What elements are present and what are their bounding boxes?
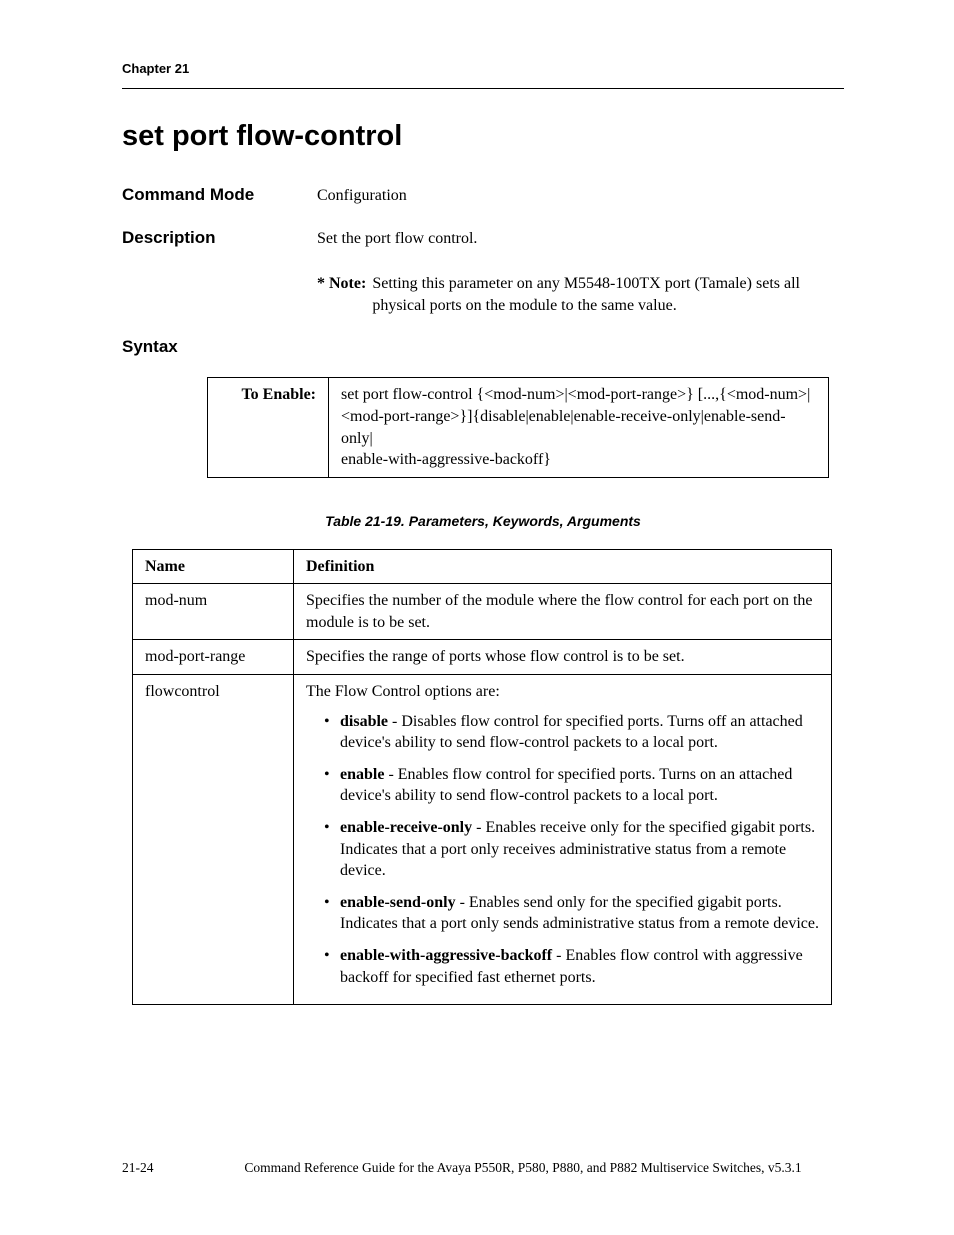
table-caption: Table 21-19. Parameters, Keywords, Argum… [122,512,844,531]
param-name: mod-num [133,584,294,640]
list-item: enable-send-only - Enables send only for… [328,892,819,935]
page-header: Chapter 21 [122,60,844,89]
page-footer: 21-24 Command Reference Guide for the Av… [122,1159,844,1177]
option-name: enable-with-aggressive-backoff [340,947,552,964]
param-name: flowcontrol [133,674,294,1004]
param-name: mod-port-range [133,640,294,675]
parameters-table: Name Definition mod-num Specifies the nu… [132,549,832,1006]
option-name: enable-receive-only [340,819,472,836]
table-header-row: Name Definition [133,549,832,584]
chapter-label: Chapter 21 [122,61,189,76]
list-item: enable - Enables flow control for specif… [328,764,819,807]
note-label: * Note: [317,273,366,316]
note-block: * Note: Setting this parameter on any M5… [317,273,844,316]
command-mode-value: Configuration [317,184,844,207]
col-name-header: Name [133,549,294,584]
description-body: Set the port flow control. * Note: Setti… [317,227,844,317]
table-row: mod-num Specifies the number of the modu… [133,584,832,640]
option-name: disable [340,713,388,730]
col-def-header: Definition [294,549,832,584]
flowcontrol-intro: The Flow Control options are: [306,681,819,703]
command-mode-row: Command Mode Configuration [122,184,844,207]
syntax-row-text: set port flow-control {<mod-num>|<mod-po… [329,378,829,477]
param-def: Specifies the number of the module where… [294,584,832,640]
table-row: flowcontrol The Flow Control options are… [133,674,832,1004]
syntax-table: To Enable: set port flow-control {<mod-n… [207,377,829,477]
note-text: Setting this parameter on any M5548-100T… [372,273,844,316]
table-row: mod-port-range Specifies the range of po… [133,640,832,675]
page-title: set port flow-control [122,117,844,156]
command-mode-label: Command Mode [122,184,317,207]
syntax-row-label: To Enable: [208,378,329,477]
description-text: Set the port flow control. [317,228,844,250]
option-name: enable-send-only [340,894,456,911]
list-item: enable-receive-only - Enables receive on… [328,817,819,882]
list-item: enable-with-aggressive-backoff - Enables… [328,945,819,988]
page-number: 21-24 [122,1159,202,1177]
option-text: - Disables flow control for specified po… [340,713,803,752]
footer-text: Command Reference Guide for the Avaya P5… [202,1159,844,1177]
syntax-row: To Enable: set port flow-control {<mod-n… [208,378,829,477]
option-name: enable [340,766,384,783]
flowcontrol-options-list: disable - Disables flow control for spec… [306,711,819,989]
option-text: - Enables flow control for specified por… [340,766,792,805]
param-def: The Flow Control options are: disable - … [294,674,832,1004]
description-label: Description [122,227,317,317]
list-item: disable - Disables flow control for spec… [328,711,819,754]
description-row: Description Set the port flow control. *… [122,227,844,317]
param-def: Specifies the range of ports whose flow … [294,640,832,675]
syntax-heading: Syntax [122,336,844,359]
